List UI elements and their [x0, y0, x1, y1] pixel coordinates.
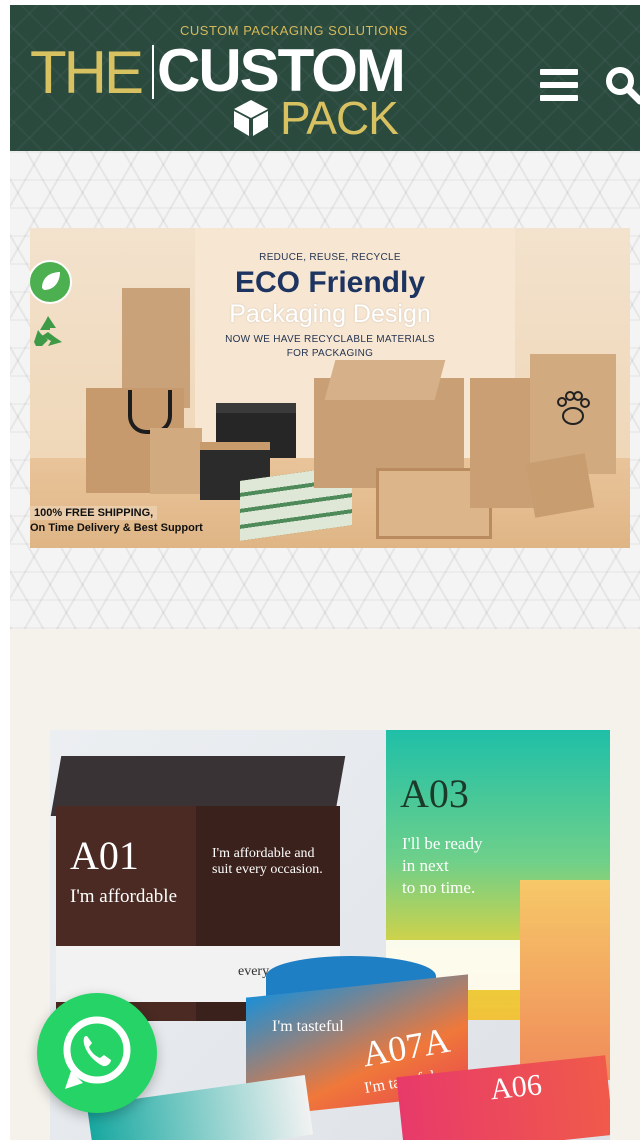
box-a03-text-2: in next — [402, 856, 449, 875]
box-a01-label: I'm affordable — [70, 886, 177, 907]
menu-button[interactable] — [538, 67, 580, 103]
whatsapp-icon — [63, 1016, 131, 1089]
box-icon — [234, 100, 268, 136]
site-header: CUSTOM PACKAGING SOLUTIONS THE CUSTOM PA… — [10, 5, 640, 151]
banner-line-1: NOW WE HAVE RECYCLABLE MATERIALS — [225, 334, 435, 345]
eco-packaging-banner[interactable]: REDUCE, REUSE, RECYCLE ECO Friendly Pack… — [30, 228, 630, 548]
box-a01-side-text: I'm affordable and suit every occasion. — [212, 846, 323, 877]
kraft-bag-small — [150, 428, 202, 494]
box-a03-code: A03 — [400, 771, 469, 816]
hamburger-menu-icon-bar — [540, 82, 578, 88]
box-a01-code: A01 — [70, 833, 139, 878]
box-a06-code: A06 — [488, 1068, 544, 1107]
logo-tagline: CUSTOM PACKAGING SOLUTIONS — [180, 23, 408, 38]
hamburger-menu-icon — [540, 69, 578, 75]
kraft-box-lid — [324, 360, 446, 400]
banner-subtitle: Packaging Design — [229, 300, 431, 328]
logo-pack-text: PACK — [280, 92, 399, 144]
logo-divider — [152, 45, 154, 99]
box-a07a-side-text: I'm tasteful — [272, 1018, 344, 1035]
kraft-cube-box — [525, 453, 595, 518]
paw-print-icon — [557, 391, 590, 425]
box-a03-text-1: I'll be ready — [402, 834, 483, 853]
hamburger-menu-icon-bar — [540, 95, 578, 101]
banner-kicker: REDUCE, REUSE, RECYCLE — [259, 252, 401, 263]
box-a03-text-3: to no time. — [402, 878, 476, 897]
search-icon[interactable] — [602, 63, 640, 107]
box-a06-side — [520, 880, 610, 1080]
whatsapp-button[interactable] — [37, 993, 157, 1113]
logo-the-text: THE — [30, 39, 144, 106]
shipping-line-2: On Time Delivery & Best Support — [30, 522, 203, 534]
banner-title: ECO Friendly — [234, 266, 426, 299]
shipping-line-1: 100% FREE SHIPPING, — [30, 506, 158, 520]
site-logo[interactable]: CUSTOM PACKAGING SOLUTIONS THE CUSTOM PA… — [30, 21, 420, 141]
eco-leaf-icon — [30, 260, 72, 304]
recycle-icon — [34, 316, 62, 346]
